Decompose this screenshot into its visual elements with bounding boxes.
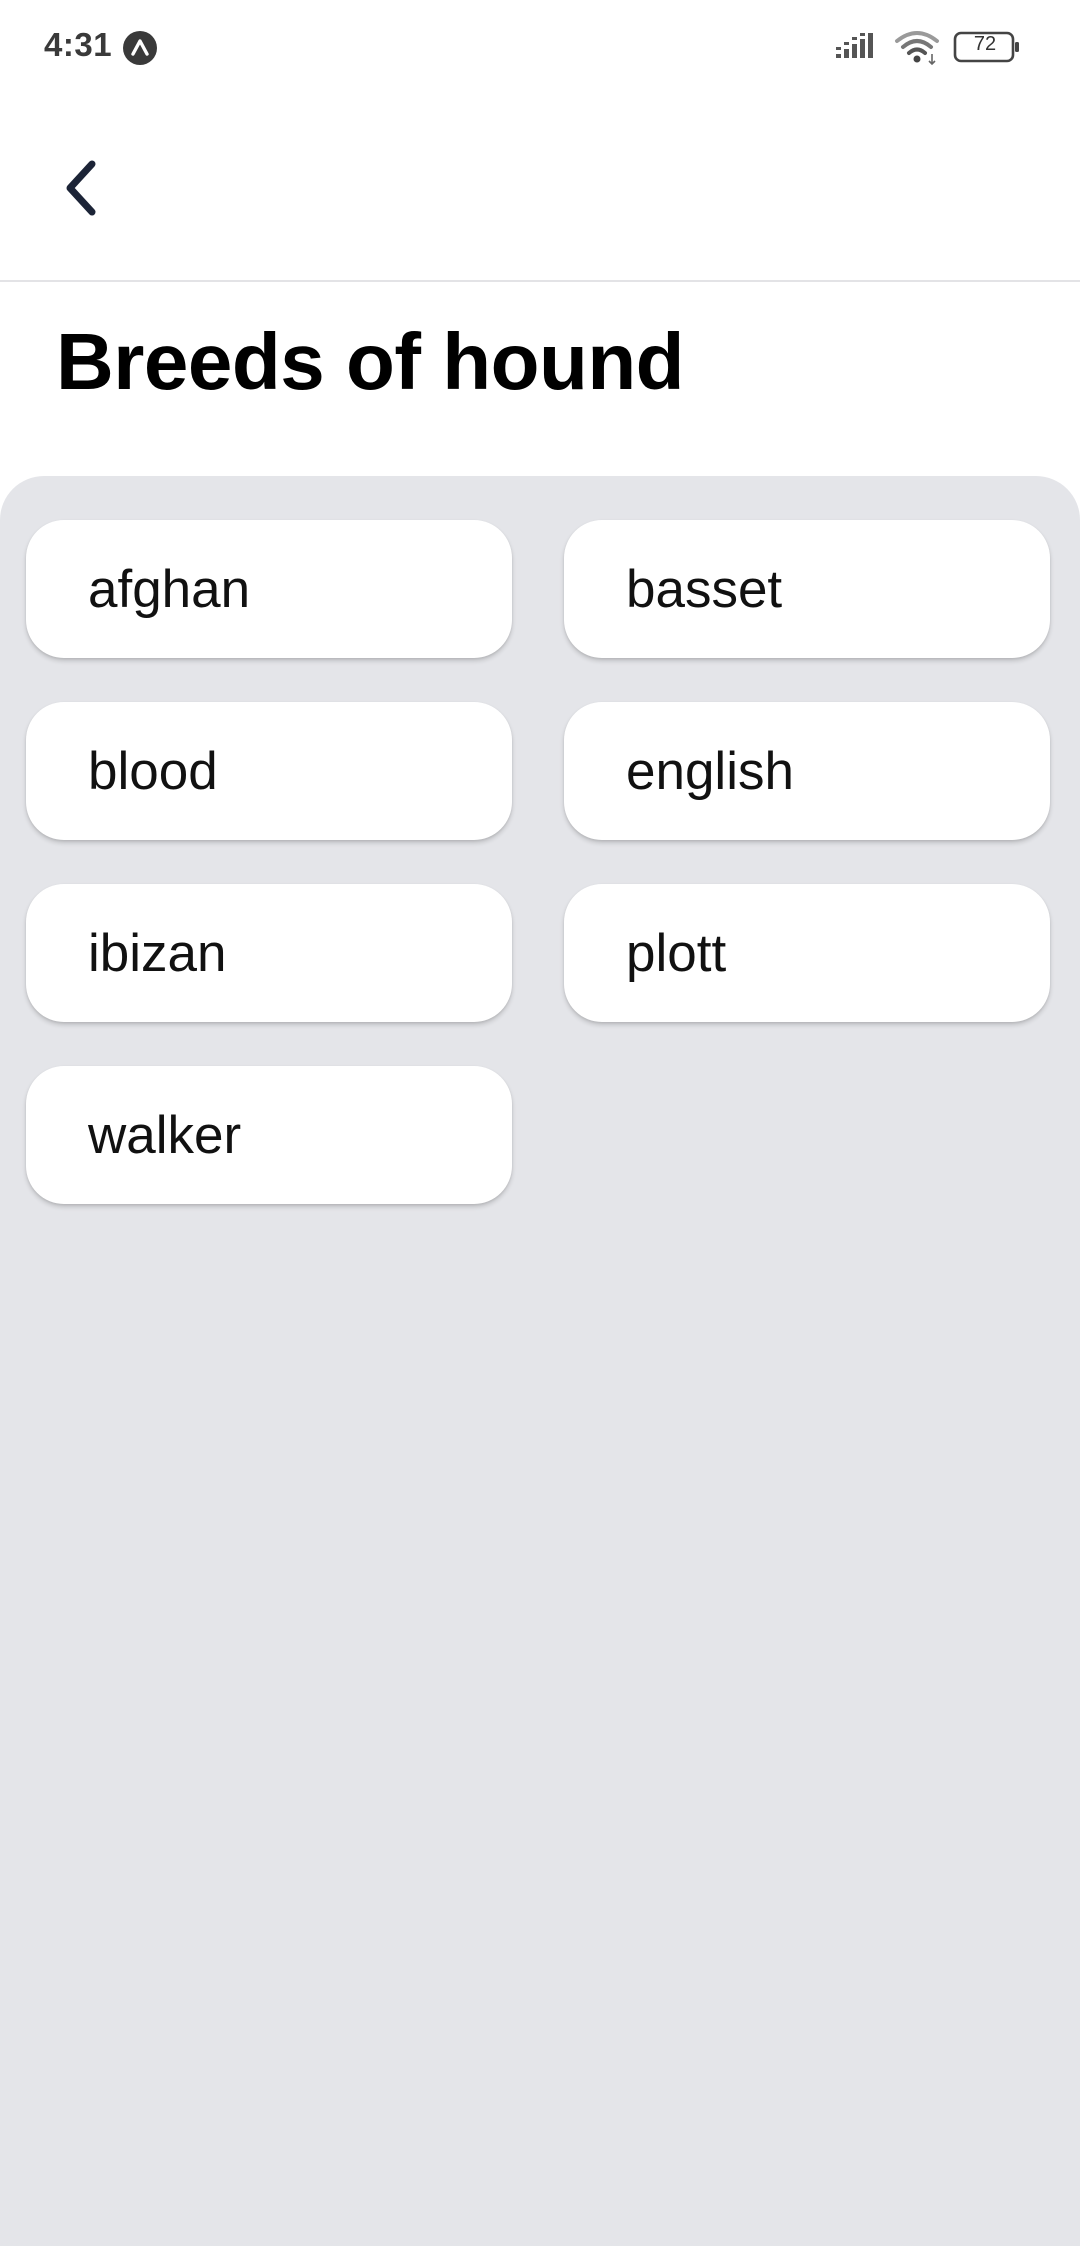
back-button[interactable] [40,146,124,230]
breed-label: english [626,741,794,801]
wifi-icon [895,31,939,66]
chevron-left-icon [66,160,96,216]
page-title: Breeds of hound [56,317,685,406]
app-notification-icon [123,31,157,65]
breed-label: basset [626,559,783,619]
breed-card-plott[interactable]: plott [564,884,1050,1022]
breed-card-blood[interactable]: blood [26,702,512,840]
breed-grid: afghan basset blood english ibizan plott… [26,520,1050,1204]
breed-card-afghan[interactable]: afghan [26,520,512,658]
breed-card-english[interactable]: english [564,702,1050,840]
status-time: 4:31 [44,26,113,63]
signal-icon [836,33,873,58]
breed-label: ibizan [88,923,227,983]
breed-list-panel: afghan basset blood english ibizan plott… [0,476,1080,2246]
status-bar: 4:31 72 [0,0,1080,96]
breed-label: plott [626,923,727,983]
breed-label: walker [88,1105,242,1165]
toolbar [0,96,1080,282]
breed-card-ibizan[interactable]: ibizan [26,884,512,1022]
breed-label: afghan [88,559,251,619]
breed-card-walker[interactable]: walker [26,1066,512,1204]
breed-card-basset[interactable]: basset [564,520,1050,658]
screen: 4:31 72 Breeds of hound afghan basset bl… [0,0,1080,2246]
breed-label: blood [88,741,218,801]
battery-level: 72 [973,33,997,55]
